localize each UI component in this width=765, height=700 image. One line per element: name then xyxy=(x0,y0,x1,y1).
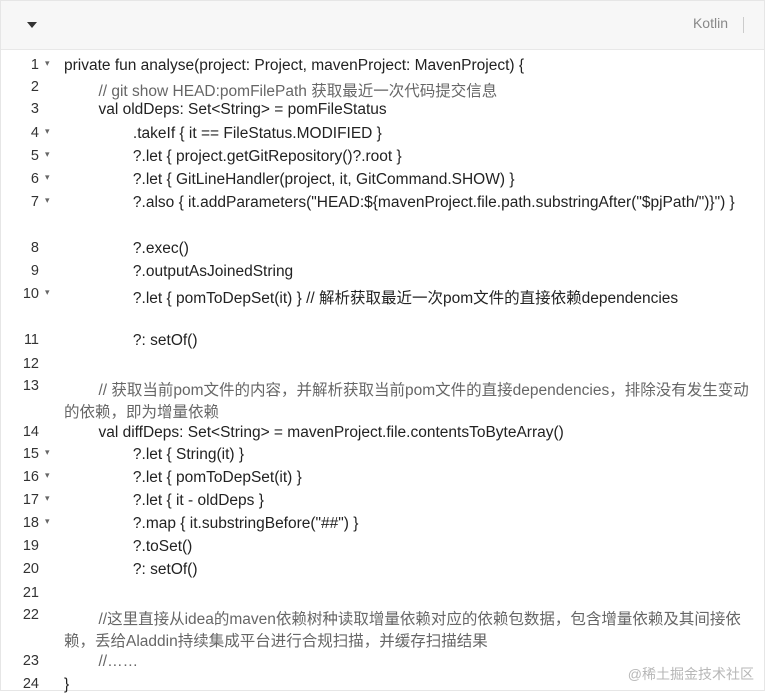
line-number: 16 xyxy=(22,469,39,485)
line-number: 7 xyxy=(30,194,39,210)
code-text: ?.map { it.substringBefore("##") } xyxy=(64,515,359,532)
line-number: 5 xyxy=(30,148,39,164)
code-line: 22 //这里直接从idea的maven依赖树种读取增量依赖对应的依赖包数据，包… xyxy=(1,607,764,653)
toolbar-divider xyxy=(743,17,744,33)
code-toolbar: Kotlin xyxy=(1,1,764,50)
fold-arrow-icon[interactable]: ▾ xyxy=(45,173,50,183)
code-text: ?.let { project.getGitRepository()?.root… xyxy=(64,148,402,165)
code-text: // git show HEAD:pomFilePath 获取最近一次代码提交信… xyxy=(64,83,498,100)
fold-arrow-icon[interactable]: ▾ xyxy=(45,196,50,206)
line-number: 9 xyxy=(30,263,39,279)
line-number: 10 xyxy=(22,286,39,302)
code-line: 4 ▾ .takeIf { it == FileStatus.MODIFIED } xyxy=(1,125,764,148)
code-line: 20 ?: setOf() xyxy=(1,561,764,585)
line-number: 2 xyxy=(30,79,39,95)
fold-arrow-icon[interactable]: ▾ xyxy=(45,448,50,458)
line-number: 8 xyxy=(30,240,39,256)
code-text: ?.let { pomToDepSet(it) } // 解析获取最近一次pom… xyxy=(64,290,679,307)
code-text: val diffDeps: Set<String> = mavenProject… xyxy=(64,424,564,441)
code-line: 18 ▾ ?.map { it.substringBefore("##") } xyxy=(1,515,764,538)
code-text: // 获取当前pom文件的内容，并解析获取当前pom文件的直接dependenc… xyxy=(64,382,749,421)
line-number: 14 xyxy=(22,424,39,440)
code-text: ?.let { GitLineHandler(project, it, GitC… xyxy=(64,171,515,188)
code-line: 6 ▾ ?.let { GitLineHandler(project, it, G… xyxy=(1,171,764,194)
line-number: 22 xyxy=(22,607,39,623)
code-line: 14 val diffDeps: Set<String> = mavenProj… xyxy=(1,424,764,446)
code-line: 3 val oldDeps: Set<String> = pomFileStat… xyxy=(1,101,764,125)
code-line: 16 ▾ ?.let { pomToDepSet(it) } xyxy=(1,469,764,492)
code-line: 5 ▾ ?.let { project.getGitRepository()?.r… xyxy=(1,148,764,171)
fold-arrow-icon[interactable]: ▾ xyxy=(45,517,50,527)
code-text: ?.let { pomToDepSet(it) } xyxy=(64,469,302,486)
code-text: ?: setOf() xyxy=(64,332,198,349)
fold-arrow-icon[interactable]: ▾ xyxy=(45,59,50,69)
chevron-down-icon[interactable] xyxy=(23,15,43,35)
code-line: 17 ▾ ?.let { it - oldDeps } xyxy=(1,492,764,515)
line-number: 19 xyxy=(22,538,39,554)
fold-arrow-icon[interactable]: ▾ xyxy=(45,288,50,298)
code-block: Kotlin 1 ▾ private fun analyse(project: Pr… xyxy=(0,0,765,693)
line-number: 21 xyxy=(22,585,39,601)
code-text: val oldDeps: Set<String> = pomFileStatus xyxy=(64,101,387,118)
fold-arrow-icon[interactable]: ▾ xyxy=(45,494,50,504)
code-line: 21 xyxy=(1,585,764,607)
code-line: 8 ?.exec() xyxy=(1,240,764,263)
line-number: 3 xyxy=(30,101,39,117)
line-number: 6 xyxy=(30,171,39,187)
code-line: 1 ▾ private fun analyse(project: Project, … xyxy=(1,57,764,79)
code-text: ?.outputAsJoinedString xyxy=(64,263,294,280)
line-number: 24 xyxy=(22,676,39,692)
fold-arrow-icon[interactable]: ▾ xyxy=(45,127,50,137)
line-number: 1 xyxy=(30,57,39,73)
fold-arrow-icon[interactable]: ▾ xyxy=(45,471,50,481)
line-number: 4 xyxy=(30,125,39,141)
code-line: 7 ▾ ?.also { it.addParameters("HEAD:${mav… xyxy=(1,194,764,240)
code-line: 13 // 获取当前pom文件的内容，并解析获取当前pom文件的直接depend… xyxy=(1,378,764,424)
line-number: 12 xyxy=(22,356,39,372)
code-line: 2 // git show HEAD:pomFilePath 获取最近一次代码提… xyxy=(1,79,764,101)
code-text: //这里直接从idea的maven依赖树种读取增量依赖对应的依赖包数据，包含增量… xyxy=(64,611,741,650)
line-number: 23 xyxy=(22,653,39,669)
code-text: ?.also { it.addParameters("HEAD:${mavenP… xyxy=(64,194,735,211)
code-line: 10 ▾ ?.let { pomToDepSet(it) } // 解析获取最近一… xyxy=(1,286,764,332)
code-area[interactable]: 1 ▾ private fun analyse(project: Project, … xyxy=(1,57,764,700)
code-line: 9 ?.outputAsJoinedString xyxy=(1,263,764,286)
code-text: ?.toSet() xyxy=(64,538,193,555)
code-line: 11 ?: setOf() xyxy=(1,332,764,356)
line-number: 15 xyxy=(22,446,39,462)
code-line: 15 ▾ ?.let { String(it) } xyxy=(1,446,764,469)
code-text: ?.let { it - oldDeps } xyxy=(64,492,264,509)
line-number: 11 xyxy=(23,332,39,348)
line-number: 17 xyxy=(22,492,39,508)
watermark: @稀土掘金技术社区 xyxy=(627,666,754,682)
line-number: 18 xyxy=(22,515,39,531)
code-text: .takeIf { it == FileStatus.MODIFIED } xyxy=(64,125,382,142)
code-line: 19 ?.toSet() xyxy=(1,538,764,561)
code-text: private fun analyse(project: Project, ma… xyxy=(64,57,525,74)
line-number: 20 xyxy=(22,561,39,577)
code-text: ?.exec() xyxy=(64,240,189,257)
code-line: 12 xyxy=(1,356,764,378)
code-text: ?.let { String(it) } xyxy=(64,446,245,463)
language-label: Kotlin xyxy=(692,15,728,31)
fold-arrow-icon[interactable]: ▾ xyxy=(45,150,50,160)
code-text: ?: setOf() xyxy=(64,561,198,578)
line-number: 13 xyxy=(22,378,39,394)
